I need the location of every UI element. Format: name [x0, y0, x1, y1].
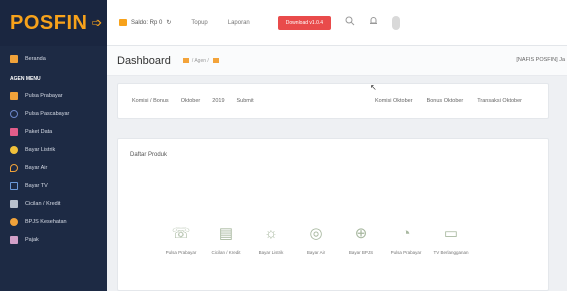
sidebar-item-bayar-tv[interactable]: Bayar TV: [0, 177, 107, 195]
bolt-icon: [10, 146, 18, 154]
home-icon[interactable]: [182, 58, 189, 63]
list-icon: ▤: [218, 225, 234, 242]
sidebar-section-title: AGEN MENU: [10, 76, 41, 82]
sidebar-item-label: Pulsa Prabayar: [25, 93, 63, 99]
bonus-oktober: Bonus Oktober: [426, 98, 464, 104]
sidebar-item-label: Bayar TV: [25, 183, 48, 189]
sidebar-item-label: Cicilan / Kredit: [25, 201, 61, 207]
product-label: Bayar Air: [306, 250, 326, 255]
product-list-panel: Daftar Produk ☏ Pulsa Prabayar ▤ Cicilan…: [117, 138, 549, 291]
saldo-label: Saldo: Rp 0: [131, 19, 163, 26]
product-grid: ☏ Pulsa Prabayar ▤ Cicilan / Kredit ☼ Ba…: [162, 221, 477, 256]
commission-summary: Komisi Oktober Bonus Oktober Transaksi O…: [375, 98, 536, 104]
phone-icon: ☏: [171, 225, 191, 242]
card-icon: [10, 200, 18, 208]
product-label: Cicilan / Kredit: [211, 250, 241, 255]
tax-icon: [10, 236, 18, 244]
year-select[interactable]: 2019: [212, 98, 224, 104]
tv-icon: [10, 182, 18, 190]
transaksi-oktober: Transaksi Oktober: [477, 98, 522, 104]
product-tile[interactable]: ◔ Pulsa Prabayar: [387, 221, 425, 256]
sidebar-item-label: Pajak: [25, 237, 39, 243]
sidebar-item-label: Pulsa Pascabayar: [25, 111, 70, 117]
clock-icon: [10, 110, 18, 118]
clock-icon: ◔: [401, 224, 411, 242]
drop-icon: [10, 164, 18, 172]
product-label: Pulsa Prabayar: [390, 250, 422, 255]
sidebar-item-bayar-listrik[interactable]: Bayar Listrik: [0, 141, 107, 159]
product-list-title: Daftar Produk: [130, 152, 168, 158]
breadcrumb: / Agen /: [182, 58, 219, 64]
month-select[interactable]: Oktober: [181, 98, 201, 104]
product-tile[interactable]: ◎ Bayar Air: [297, 221, 335, 255]
tv-icon: ▭: [443, 225, 459, 242]
product-tile[interactable]: ▭ TV Berlangganan: [432, 221, 470, 255]
product-label: Bayar BPJS: [348, 250, 374, 255]
sidebar-item-label: Bayar Listrik: [25, 147, 56, 153]
brand-name: POSFIN: [10, 11, 88, 34]
refresh-icon[interactable]: ↻: [166, 19, 171, 26]
product-label: Pulsa Prabayar: [165, 250, 197, 255]
breadcrumb-path[interactable]: / Agen /: [192, 58, 209, 64]
mouse-cursor-icon: ↖: [370, 83, 377, 92]
bell-icon[interactable]: [369, 16, 378, 29]
app-root: POSFIN ➩ Beranda AGEN MENU Pulsa Prabaya…: [0, 0, 567, 291]
search-icon[interactable]: [345, 16, 355, 29]
product-tile[interactable]: ⊕ Bayar BPJS: [342, 221, 380, 255]
sidebar-item-pajak[interactable]: Pajak: [0, 231, 107, 249]
dashboard-icon[interactable]: [212, 58, 219, 63]
health-icon: ⊕: [354, 225, 368, 242]
product-tile[interactable]: ☏ Pulsa Prabayar: [162, 221, 200, 255]
sidebar-item-pulsa-prabayar[interactable]: Pulsa Prabayar: [0, 87, 107, 105]
user-name[interactable]: [NAFIS POSFIN] Ja: [516, 57, 565, 63]
sidebar-item-pulsa-pascabayar[interactable]: Pulsa Pascabayar: [0, 105, 107, 123]
page-header: Dashboard / Agen / [NAFIS POSFIN] Ja: [107, 46, 567, 76]
phone-icon: [10, 92, 18, 100]
product-tile[interactable]: ☼ Bayar Listrik: [252, 221, 290, 256]
sidebar-item-label: Bayar Air: [25, 165, 48, 171]
sidebar-item-bpjs-kesehatan[interactable]: BPJS Kesehatan: [0, 213, 107, 231]
brand-arrow-icon: ➩: [91, 15, 103, 30]
commission-panel: Komisi / Bonus Oktober 2019 Submit Komis…: [117, 83, 549, 119]
health-icon: [10, 218, 18, 226]
home-icon: [10, 55, 18, 63]
commission-label: Komisi / Bonus: [132, 98, 169, 104]
menu-laporan[interactable]: Laporan: [228, 20, 250, 26]
komisi-oktober: Komisi Oktober: [374, 98, 413, 104]
product-tile[interactable]: ▤ Cicilan / Kredit: [207, 221, 245, 255]
sidebar-item-label: Paket Data: [25, 129, 53, 135]
sidebar-item-cicilan-kredit[interactable]: Cicilan / Kredit: [0, 195, 107, 213]
bulb-icon: ☼: [264, 224, 278, 242]
download-button[interactable]: Download v1.0.4: [277, 15, 332, 30]
sidebar-item-label: Beranda: [25, 56, 46, 62]
sidebar-item-beranda[interactable]: Beranda: [0, 50, 107, 68]
sidebar: POSFIN ➩ Beranda AGEN MENU Pulsa Prabaya…: [0, 0, 107, 291]
sidebar-item-bayar-air[interactable]: Bayar Air: [0, 159, 107, 177]
user-icon[interactable]: [392, 15, 401, 30]
logo[interactable]: POSFIN ➩: [0, 0, 107, 46]
water-icon: ◎: [309, 225, 323, 242]
wallet-icon: [119, 19, 127, 26]
sidebar-item-paket-data[interactable]: Paket Data: [0, 123, 107, 141]
topbar: Saldo: Rp 0 ↻ Topup Laporan Download v1.…: [107, 0, 567, 46]
submit-button[interactable]: Submit: [237, 98, 254, 104]
package-icon: [10, 128, 18, 136]
main-content: Dashboard / Agen / [NAFIS POSFIN] Ja Kom…: [107, 46, 567, 291]
menu-topup[interactable]: Topup: [191, 20, 207, 26]
page-title: Dashboard: [117, 54, 171, 67]
product-label: TV Berlangganan: [433, 250, 469, 255]
saldo: Saldo: Rp 0 ↻: [119, 19, 171, 26]
sidebar-item-label: BPJS Kesehatan: [25, 219, 67, 225]
product-label: Bayar Listrik: [258, 250, 284, 255]
